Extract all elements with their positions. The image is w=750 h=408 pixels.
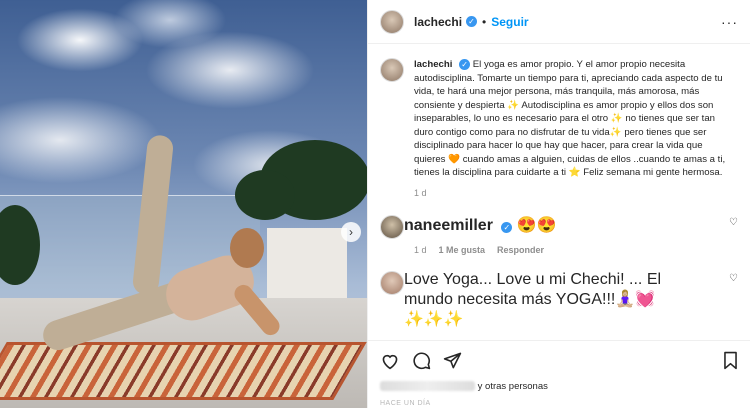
- caption: lachechi ✓ El yoga es amor propio. Y el …: [380, 58, 738, 198]
- comments-section: lachechi ✓ El yoga es amor propio. Y el …: [368, 44, 750, 329]
- follow-button[interactable]: Seguir: [491, 15, 528, 29]
- comment-icon[interactable]: [412, 351, 431, 370]
- verified-badge-icon: ✓: [501, 221, 513, 233]
- post-sidebar: lachechi ✓ • Seguir ··· lachechi ✓ El yo…: [367, 0, 750, 408]
- caption-age: 1 d: [414, 187, 427, 198]
- avatar[interactable]: [380, 58, 404, 82]
- separator-dot: •: [482, 14, 487, 29]
- like-comment-icon[interactable]: ♡: [729, 273, 738, 329]
- action-bar: [368, 340, 750, 380]
- post-header: lachechi ✓ • Seguir ···: [368, 0, 750, 44]
- avatar[interactable]: [380, 270, 404, 295]
- heart-icon[interactable]: [380, 352, 400, 370]
- verified-badge-icon: ✓: [459, 59, 471, 71]
- reply-button[interactable]: Responder: [497, 245, 544, 255]
- wall: [267, 228, 347, 306]
- posted-time: HACE UN DÍA: [380, 400, 431, 407]
- comment-age: 1 d: [414, 244, 427, 255]
- comment-username[interactable]: naneemiller: [404, 217, 493, 234]
- bookmark-icon[interactable]: [722, 351, 739, 370]
- comment-meta: 1 d 1 Me gusta Responder: [414, 245, 694, 255]
- caption-username[interactable]: lachechi: [414, 59, 452, 70]
- caption-body: El yoga es amor propio. Y el amor propio…: [414, 59, 726, 178]
- head: [230, 228, 264, 268]
- comment-item: Love Yoga... Love u mi Chechi! ... El mu…: [380, 270, 738, 329]
- comment-body: Love Yoga... Love u mi Chechi! ... El mu…: [404, 270, 662, 328]
- avatar[interactable]: [380, 9, 404, 34]
- blurred-liker-names: [380, 381, 475, 392]
- avatar[interactable]: [380, 214, 404, 239]
- comment-text: naneemiller ✓ 😍😍: [404, 215, 694, 235]
- more-options-icon[interactable]: ···: [721, 14, 738, 30]
- chevron-right-icon: ›: [349, 225, 353, 239]
- post-image[interactable]: ›: [0, 0, 367, 408]
- likes-text: y otras personas: [477, 381, 548, 392]
- likes-summary[interactable]: y otras personas: [380, 381, 548, 392]
- username[interactable]: lachechi: [414, 15, 462, 29]
- like-comment-icon[interactable]: ♡: [729, 217, 738, 228]
- comment-item: naneemiller ✓ 😍😍 1 d 1 Me gusta Responde…: [380, 214, 738, 255]
- palm-tree: [235, 170, 295, 220]
- comment-likes[interactable]: 1 Me gusta: [439, 245, 486, 255]
- verified-badge-icon: ✓: [466, 16, 478, 27]
- yoga-rug: [0, 342, 367, 400]
- next-photo-button[interactable]: ›: [341, 222, 361, 242]
- share-icon[interactable]: [443, 351, 462, 370]
- comment-body: 😍😍: [516, 216, 557, 234]
- caption-text: lachechi ✓ El yoga es amor propio. Y el …: [414, 58, 732, 180]
